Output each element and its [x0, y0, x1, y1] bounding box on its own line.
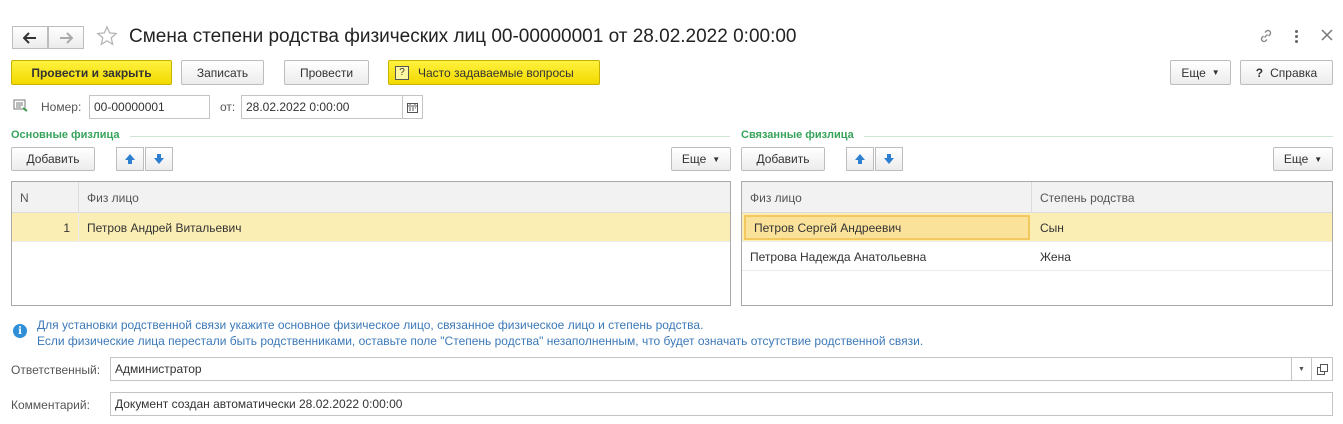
- main-persons-title: Основные физлица: [11, 129, 120, 141]
- faq-label: Часто задаваемые вопросы: [418, 65, 574, 80]
- post-button[interactable]: Провести: [284, 60, 369, 85]
- responsible-dropdown-button[interactable]: ▼: [1291, 357, 1312, 381]
- table-row[interactable]: Петрова Надежда Анатольевна Жена: [742, 242, 1332, 271]
- info-icon: i: [13, 324, 27, 338]
- add-related-person-button[interactable]: Добавить: [741, 147, 825, 171]
- comment-label: Комментарий:: [11, 398, 90, 412]
- person-cell[interactable]: Петров Андрей Витальевич: [79, 213, 241, 242]
- question-icon: ?: [1255, 65, 1264, 80]
- open-icon: [1316, 363, 1328, 375]
- person-cell[interactable]: Петров Сергей Андреевич: [744, 215, 1030, 240]
- add-main-person-button[interactable]: Добавить: [11, 147, 95, 171]
- arrow-up-icon: [855, 154, 865, 164]
- date-field[interactable]: 28.02.2022 0:00:00: [241, 95, 403, 119]
- page-title: Смена степени родства физических лиц 00-…: [129, 26, 797, 47]
- more-button[interactable]: Еще ▼: [1170, 60, 1231, 85]
- close-icon[interactable]: [1321, 29, 1333, 44]
- arrow-left-icon: [23, 31, 36, 44]
- star-icon[interactable]: [96, 25, 118, 50]
- row-number: 1: [12, 213, 79, 242]
- calendar-icon: [407, 102, 418, 113]
- responsible-field[interactable]: Администратор: [110, 357, 1292, 381]
- arrow-down-icon: [884, 154, 894, 164]
- related-more-button[interactable]: Еще ▼: [1273, 147, 1333, 171]
- chevron-down-icon: ▼: [1211, 68, 1220, 77]
- move-down-button[interactable]: [875, 147, 903, 171]
- calendar-button[interactable]: [402, 95, 423, 119]
- table-row[interactable]: 1 Петров Андрей Витальевич: [12, 213, 730, 242]
- chevron-down-icon: ▼: [1314, 154, 1323, 164]
- forward-button[interactable]: [48, 26, 84, 49]
- responsible-label: Ответственный:: [11, 363, 101, 377]
- document-icon: [13, 99, 29, 116]
- table-header: N Физ лицо: [12, 182, 730, 213]
- number-field[interactable]: 00-00000001: [89, 95, 210, 119]
- more-label: Еще: [681, 152, 707, 166]
- info-line-2: Если физические лица перестали быть родс…: [37, 334, 924, 348]
- main-more-button[interactable]: Еще ▼: [671, 147, 731, 171]
- save-button[interactable]: Записать: [181, 60, 264, 85]
- info-line-1: Для установки родственной связи укажите …: [37, 318, 704, 332]
- relation-cell[interactable]: Жена: [1032, 242, 1071, 271]
- date-label: от:: [220, 100, 236, 114]
- column-header[interactable]: Степень родства: [1032, 182, 1332, 213]
- link-icon[interactable]: [1258, 28, 1274, 47]
- help-label: Справка: [1270, 65, 1318, 80]
- help-button[interactable]: ? Справка: [1240, 60, 1333, 85]
- post-and-close-button[interactable]: Провести и закрыть: [11, 60, 172, 85]
- chevron-down-icon: ▼: [1298, 365, 1305, 373]
- column-header[interactable]: Физ лицо: [79, 182, 730, 213]
- question-icon: ?: [395, 65, 409, 80]
- arrow-up-icon: [125, 154, 135, 164]
- related-persons-title: Связанные физлица: [741, 129, 854, 141]
- relation-cell[interactable]: Сын: [1032, 213, 1064, 242]
- move-down-button[interactable]: [145, 147, 173, 171]
- column-header[interactable]: N: [12, 182, 79, 213]
- arrow-right-icon: [60, 31, 73, 44]
- move-up-button[interactable]: [846, 147, 874, 171]
- kebab-icon[interactable]: [1291, 27, 1301, 45]
- main-persons-divider: [130, 136, 730, 137]
- table-header: Физ лицо Степень родства: [742, 182, 1332, 213]
- table-row[interactable]: Петров Сергей Андреевич Сын: [742, 213, 1332, 242]
- responsible-open-button[interactable]: [1311, 357, 1333, 381]
- related-persons-table[interactable]: Физ лицо Степень родства Петров Сергей А…: [741, 181, 1333, 306]
- main-persons-table[interactable]: N Физ лицо 1 Петров Андрей Витальевич: [11, 181, 731, 306]
- person-cell[interactable]: Петрова Надежда Анатольевна: [742, 242, 926, 271]
- number-label: Номер:: [41, 100, 82, 114]
- move-up-button[interactable]: [116, 147, 144, 171]
- more-label: Еще: [1181, 65, 1206, 80]
- back-button[interactable]: [12, 26, 48, 49]
- comment-field[interactable]: Документ создан автоматически 28.02.2022…: [110, 392, 1333, 416]
- arrow-down-icon: [154, 154, 164, 164]
- column-header[interactable]: Физ лицо: [742, 182, 1032, 213]
- chevron-down-icon: ▼: [712, 154, 721, 164]
- more-label: Еще: [1283, 152, 1309, 166]
- related-persons-divider: [864, 136, 1333, 137]
- faq-button[interactable]: ? Часто задаваемые вопросы: [388, 60, 600, 85]
